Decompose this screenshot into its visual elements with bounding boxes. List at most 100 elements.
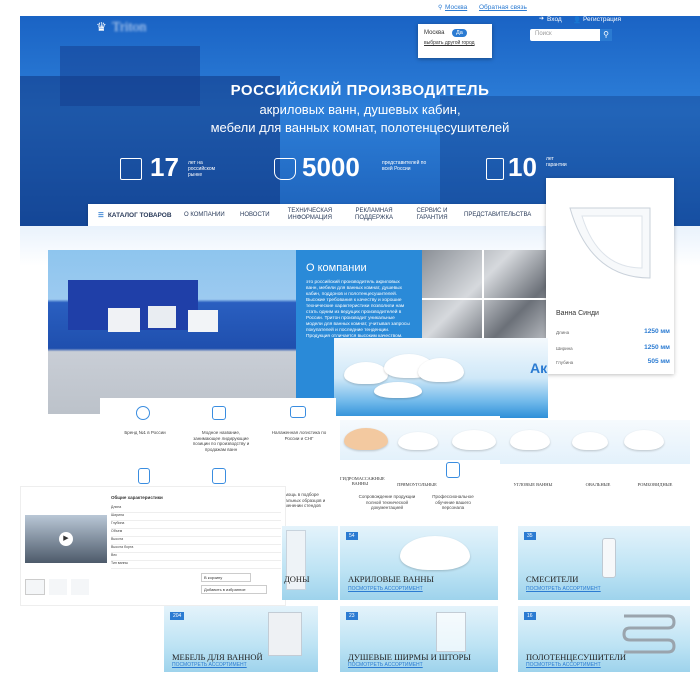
catalog-menu[interactable]: ☰ КАТАЛОГ ТОВАРОВ [98, 204, 172, 226]
about-title: О компании [306, 262, 367, 274]
stat-dealers-text: представителей по всей России [382, 160, 427, 172]
faucet-image [602, 538, 616, 578]
stat-years-text: лет на российском рынке [188, 160, 216, 178]
register-link[interactable]: Регистрация [583, 16, 621, 23]
feature-2: Модное название, занимающее лидирующие п… [192, 430, 250, 452]
nav-service[interactable]: СЕРВИС И ГАРАНТИЯ [414, 204, 450, 226]
mini-cat-rect[interactable]: ПРЯМОУГОЛЬНЫЕ [392, 482, 442, 487]
city-selector[interactable]: Москва [445, 4, 467, 11]
bath-corner-icon [212, 406, 226, 420]
mini-cat-corner[interactable]: УГЛОВЫЕ ВАННЫ [508, 482, 558, 487]
feature-1: Бренд №1 в России [124, 430, 166, 435]
detail-row: Высота борта [111, 545, 281, 553]
stat-dealers: 5000 [302, 152, 360, 182]
thumbnail-1[interactable] [25, 579, 45, 595]
video-thumbnail[interactable]: ▶ [25, 515, 107, 563]
location-pin-icon: ⚲ [438, 5, 443, 11]
hero-line3: мебели для ванных комнат, полотенцесушит… [210, 120, 510, 135]
calendar-icon [120, 158, 142, 180]
thumbnail-3[interactable] [71, 579, 89, 595]
training-icon [446, 462, 460, 478]
category-tile-furniture[interactable]: 204 МЕБЕЛЬ ДЛЯ ВАННОЙ ПОСМОТРЕТЬ АССОРТИ… [164, 606, 318, 672]
choose-city-link[interactable]: выбрать другой город [424, 40, 475, 46]
count-badge: 35 [524, 532, 536, 540]
truck-icon [290, 406, 306, 418]
documents-icon [212, 468, 226, 484]
cart-icon [274, 158, 296, 180]
detail-title: Общие характеристики [111, 495, 163, 500]
spec-label-width: Ширина [556, 346, 573, 351]
category-tile-mixers[interactable]: 35 СМЕСИТЕЛИ ПОСМОТРЕТЬ АССОРТИМЕНТ [518, 526, 690, 600]
nav-offices[interactable]: ПРЕДСТАВИТЕЛЬСТВА [464, 204, 531, 226]
category-tile-towel-warmers[interactable]: 16 ПОЛОТЕНЦЕСУШИТЕЛИ ПОСМОТРЕТЬ АССОРТИМ… [518, 606, 690, 672]
detail-row: Тип ванны [111, 561, 281, 569]
add-to-favorites-button[interactable]: Добавить в избранное [201, 585, 267, 594]
product-card[interactable]: Ванна Синди Длина 1250 мм Ширина 1250 мм… [546, 178, 674, 374]
about-text: это российский производитель акриловых в… [306, 280, 410, 339]
towel-warmer-image [622, 614, 676, 654]
city-confirm-button[interactable]: Да [452, 29, 467, 37]
category-tile-acrylic[interactable]: 54 АКРИЛОВЫЕ ВАННЫ ПОСМОТРЕТЬ АССОРТИМЕН… [340, 526, 498, 600]
warehouse-photos [422, 250, 550, 350]
detail-row: Длина [111, 505, 281, 513]
category-link[interactable]: ПОСМОТРЕТЬ АССОРТИМЕНТ [348, 586, 423, 592]
factory-photo [48, 250, 296, 414]
cabinet-image [268, 612, 302, 656]
mini-cat-rhombus[interactable]: РОМБОВИДНЫЕ [630, 482, 680, 487]
main-nav: ☰ КАТАЛОГ ТОВАРОВ О КОМПАНИИ НОВОСТИ ТЕХН… [88, 204, 588, 226]
spec-value-width: 1250 мм [644, 344, 670, 351]
logo[interactable]: Triton [112, 20, 147, 36]
shower-icon [138, 468, 150, 484]
spec-value-depth: 505 мм [647, 358, 670, 365]
mini-cat-hydro[interactable]: ГИДРОМАССАЖНЫЕ ВАННЫ [340, 476, 385, 486]
document-icon [486, 158, 504, 180]
stat-years: 17 [150, 152, 179, 182]
detail-row: Глубина [111, 521, 281, 529]
bathtub-banner[interactable]: Ак [334, 338, 548, 418]
register-icon: 👤 [573, 17, 582, 24]
thumbnail-2[interactable] [49, 579, 67, 595]
mini-cat-oval[interactable]: ОВАЛЬНЫЕ [578, 482, 618, 487]
search-placeholder: Поиск [535, 31, 552, 37]
nav-news[interactable]: НОВОСТИ [240, 204, 270, 226]
category-title: АКРИЛОВЫЕ ВАННЫ [348, 574, 434, 584]
mini-category-strip [340, 420, 500, 460]
mini-category-strip-2 [500, 420, 690, 464]
category-link[interactable]: ПОСМОТРЕТЬ АССОРТИМЕНТ [348, 662, 423, 668]
nav-about[interactable]: О КОМПАНИИ [184, 204, 225, 226]
category-title: МЕБЕЛЬ ДЛЯ ВАННОЙ [172, 652, 263, 662]
stat-warranty-text: лет гарантии [546, 156, 567, 168]
product-detail: ▶ Общие характеристики Длина Ширина Глуб… [20, 486, 286, 606]
corner-bathtub-image [569, 207, 651, 279]
nav-ad-support[interactable]: РЕКЛАМНАЯ ПОДДЕРЖКА [354, 204, 394, 226]
detail-row: Ширина [111, 513, 281, 521]
detail-row: Объем [111, 529, 281, 537]
login-link[interactable]: Вход [547, 16, 562, 23]
category-title: ДУШЕВЫЕ ШИРМЫ И ШТОРЫ [348, 652, 471, 662]
catalog-label: КАТАЛОГ ТОВАРОВ [107, 211, 172, 219]
feedback-link[interactable]: Обратная связь [479, 4, 527, 11]
category-tile-trays[interactable]: ДОНЫ [282, 526, 338, 600]
spec-label-length: Длина [556, 330, 570, 335]
detail-row: Высота [111, 537, 281, 545]
screen-image [436, 612, 466, 652]
category-link[interactable]: ПОСМОТРЕТЬ АССОРТИМЕНТ [526, 662, 601, 668]
count-badge: 54 [346, 532, 358, 540]
feature-5: Сопровождение продукции полной техническ… [358, 494, 416, 510]
medal-icon [136, 406, 150, 420]
crown-icon: ♛ [96, 20, 107, 34]
top-bar: ⚲ Москва Обратная связь [0, 0, 700, 16]
nav-tech-info[interactable]: ТЕХНИЧЕСКАЯ ИНФОРМАЦИЯ [284, 204, 336, 226]
category-tile-shower-screens[interactable]: 23 ДУШЕВЫЕ ШИРМЫ И ШТОРЫ ПОСМОТРЕТЬ АССО… [340, 606, 498, 672]
search-icon[interactable]: ⚲ [600, 29, 612, 41]
search-input[interactable]: Поиск [530, 29, 610, 41]
count-badge: 204 [170, 612, 185, 620]
count-badge: 23 [346, 612, 358, 620]
category-title: СМЕСИТЕЛИ [526, 574, 579, 584]
play-icon[interactable]: ▶ [59, 532, 73, 546]
category-link[interactable]: ПОСМОТРЕТЬ АССОРТИМЕНТ [526, 586, 601, 592]
add-to-cart-button[interactable]: В корзину [201, 573, 251, 582]
category-link[interactable]: ПОСМОТРЕТЬ АССОРТИМЕНТ [172, 662, 247, 668]
detail-row: Вес [111, 553, 281, 561]
count-badge: 16 [524, 612, 536, 620]
